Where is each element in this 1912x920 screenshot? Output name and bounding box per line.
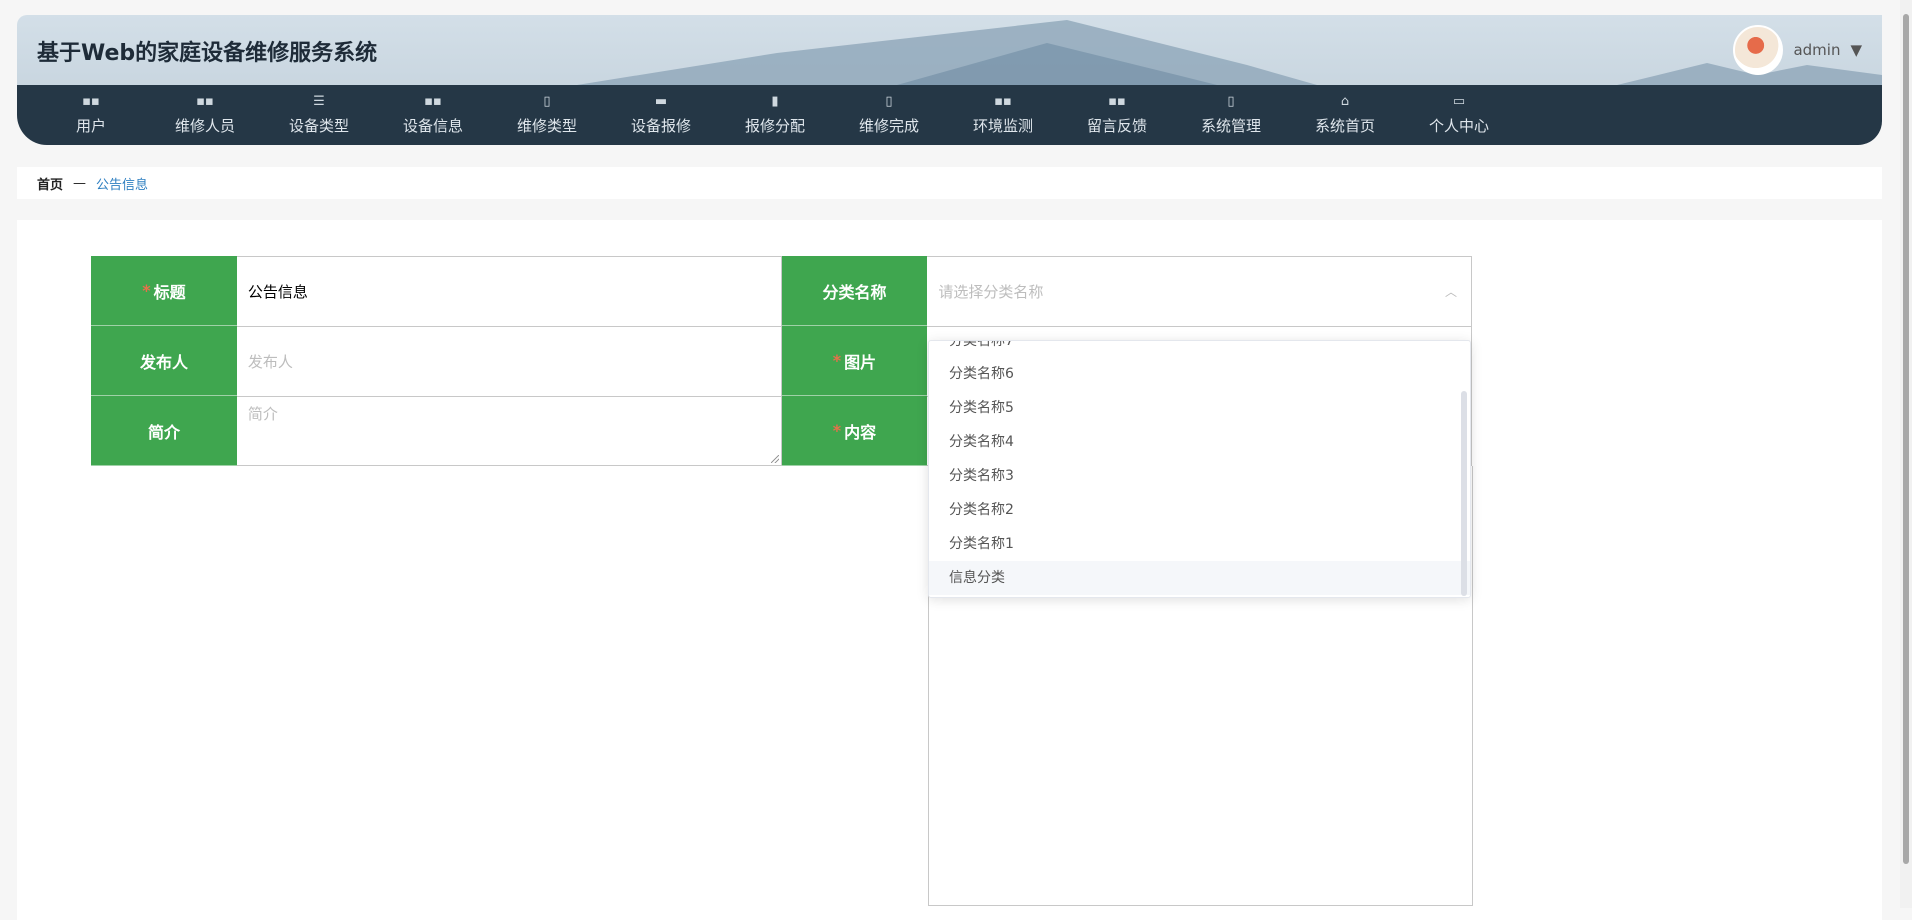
breadcrumb-home[interactable]: 首页 [37,174,63,193]
user-menu[interactable]: admin ▼ [1733,25,1862,75]
dropdown-option[interactable]: 分类名称4 [929,425,1470,459]
grid-icon: ▪▪ [994,93,1012,109]
nav-label: 维修类型 [516,116,577,135]
nav-item-10[interactable]: ▯ 系统管理 [1174,85,1288,145]
nav-item-12[interactable]: ▭ 个人中心 [1402,85,1516,145]
home-icon: ⌂ [1340,93,1350,109]
nav-item-11[interactable]: ⌂ 系统首页 [1288,85,1402,145]
dropdown-scrollbar[interactable] [1461,391,1467,596]
grid-icon: ▪▪ [424,93,442,109]
nav-item-0[interactable]: ▪▪ 用户 [34,85,148,145]
page-scrollbar[interactable] [1900,0,1912,908]
breadcrumb: 首页 — 公告信息 [17,167,1882,199]
nav-item-9[interactable]: ▪▪ 留言反馈 [1060,85,1174,145]
chevron-up-icon: ︿ [1444,285,1457,299]
nav-item-4[interactable]: ▯ 维修类型 [490,85,604,145]
clipboard-icon: ▯ [1227,93,1235,109]
dropdown-option[interactable]: 分类名称5 [929,391,1470,425]
nav-item-7[interactable]: ▯ 维修完成 [832,85,946,145]
main-nav: ▪▪ 用户 ▪▪ 维修人员 ☰ 设备类型 ▪▪ 设备信息 ▯ 维修类型 ▬ 设备报修 ▮ 报修分配 ▯ 维修完… [17,85,1882,145]
grid-icon: ▪▪ [1108,93,1126,109]
nav-label: 系统管理 [1200,116,1261,135]
dropdown-option[interactable]: 分类名称7 [929,341,1470,357]
dropdown-option[interactable]: 分类名称1 [929,527,1470,561]
caret-down-icon[interactable]: ▼ [1850,41,1862,59]
header: 基于Web的家庭设备维修服务系统 admin ▼ ▪▪ 用户 ▪▪ 维修人员 ☰ 设备类型… [17,15,1882,145]
title-input[interactable]: 公告信息 [236,256,782,326]
nav-label: 设备信息 [402,116,463,135]
nav-label: 环境监测 [972,116,1033,135]
grid-icon: ▪▪ [82,93,100,109]
nav-item-1[interactable]: ▪▪ 维修人员 [148,85,262,145]
breadcrumb-current: 公告信息 [96,177,149,193]
clipboard-check-icon: ▯ [885,93,893,109]
category-select[interactable]: 请选择分类名称 ︿ [927,256,1472,326]
list-icon: ☰ [313,93,325,109]
publisher-input[interactable]: 发布人 [236,326,782,396]
content-label: * 内容 [781,396,928,466]
dropdown-option[interactable]: 信息分类 [929,561,1470,595]
category-label: 分类名称 [781,256,928,326]
title-label: * 标题 [91,256,237,326]
nav-label: 个人中心 [1428,116,1489,135]
card-icon: ▭ [1452,93,1466,109]
clipboard-x-icon: ▯ [543,93,551,109]
nav-label: 报修分配 [744,116,805,135]
nav-item-6[interactable]: ▮ 报修分配 [718,85,832,145]
dropdown-option[interactable]: 分类名称2 [929,493,1470,527]
breadcrumb-separator: — [73,175,87,191]
dropdown-option[interactable]: 分类名称6 [929,357,1470,391]
nav-label: 留言反馈 [1086,116,1147,135]
nav-item-3[interactable]: ▪▪ 设备信息 [376,85,490,145]
banner: 基于Web的家庭设备维修服务系统 admin ▼ [17,15,1882,85]
nav-label: 设备报修 [630,116,691,135]
nav-item-2[interactable]: ☰ 设备类型 [262,85,376,145]
nav-label: 维修人员 [174,116,235,135]
grid-icon: ▪▪ [196,93,214,109]
app-title: 基于Web的家庭设备维修服务系统 [37,41,378,66]
avatar[interactable] [1733,25,1784,75]
publisher-label: 发布人 [91,326,237,396]
book-icon: ▮ [771,93,779,109]
username[interactable]: admin [1793,41,1840,59]
message-icon: ▬ [654,93,668,109]
category-dropdown: 分类名称7 分类名称6 分类名称5 分类名称4 分类名称3 分类名称2 分类名称1 信息分类 [928,340,1471,598]
nav-label: 维修完成 [858,116,919,135]
image-label: * 图片 [781,326,928,396]
summary-textarea[interactable]: 简介 [236,396,782,466]
nav-label: 设备类型 [288,116,349,135]
summary-label: 简介 [91,396,237,466]
nav-item-8[interactable]: ▪▪ 环境监测 [946,85,1060,145]
nav-label: 用户 [75,116,106,135]
nav-label: 系统首页 [1314,116,1375,135]
scrollbar-thumb[interactable] [1903,14,1909,864]
nav-item-5[interactable]: ▬ 设备报修 [604,85,718,145]
dropdown-option[interactable]: 分类名称3 [929,459,1470,493]
